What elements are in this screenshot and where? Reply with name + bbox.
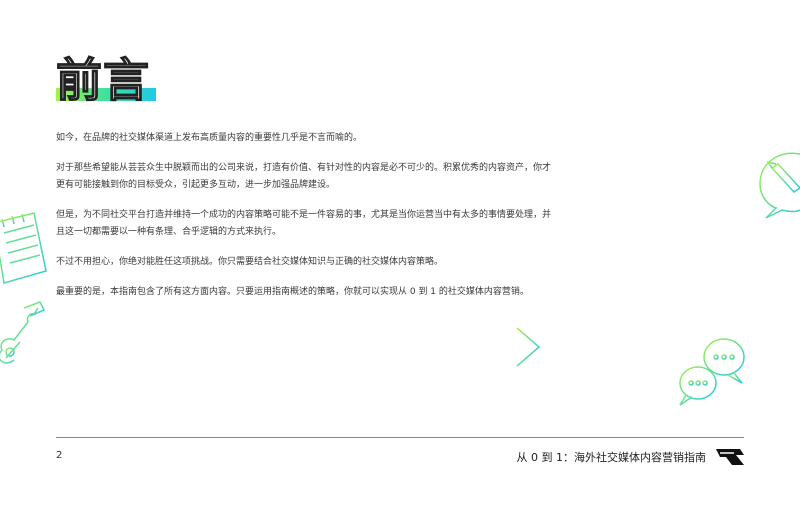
paragraph: 如今，在品牌的社交媒体渠道上发布高质量内容的重要性几乎是不言而喻的。	[56, 133, 363, 143]
arrow-right-icon	[485, 327, 541, 367]
paragraph: 对于那些希望能从芸芸众生中脱颖而出的公司来说，打造有价值、有针对性的内容是必不可…	[56, 163, 552, 190]
notepad-icon	[0, 212, 47, 284]
guitar-icon	[0, 301, 45, 364]
page-title: 前言	[55, 53, 150, 107]
chat-bubbles-icon	[679, 338, 745, 406]
brand-logo-icon	[716, 449, 744, 465]
speech-bubble-pencil-icon	[759, 152, 800, 219]
paragraph: 但是，为不同社交平台打造并维持一个成功的内容策略可能不是一件容易的事，尤其是当你…	[56, 210, 552, 237]
page-number: 2	[56, 450, 63, 461]
paragraph: 最重要的是，本指南包含了所有这方面内容。只要运用指南概述的策略，你就可以实现从 …	[56, 287, 529, 297]
paragraph: 不过不用担心，你绝对能胜任这项挑战。你只需要结合社交媒体知识与正确的社交媒体内容…	[56, 257, 444, 267]
body-text: 如今，在品牌的社交媒体渠道上发布高质量内容的重要性几乎是不言而喻的。 对于那些希…	[56, 130, 556, 314]
footer-divider	[56, 437, 744, 438]
footer-doc-title: 从 0 到 1：海外社交媒体内容营销指南	[516, 451, 707, 464]
title-block: 前言	[55, 53, 166, 107]
